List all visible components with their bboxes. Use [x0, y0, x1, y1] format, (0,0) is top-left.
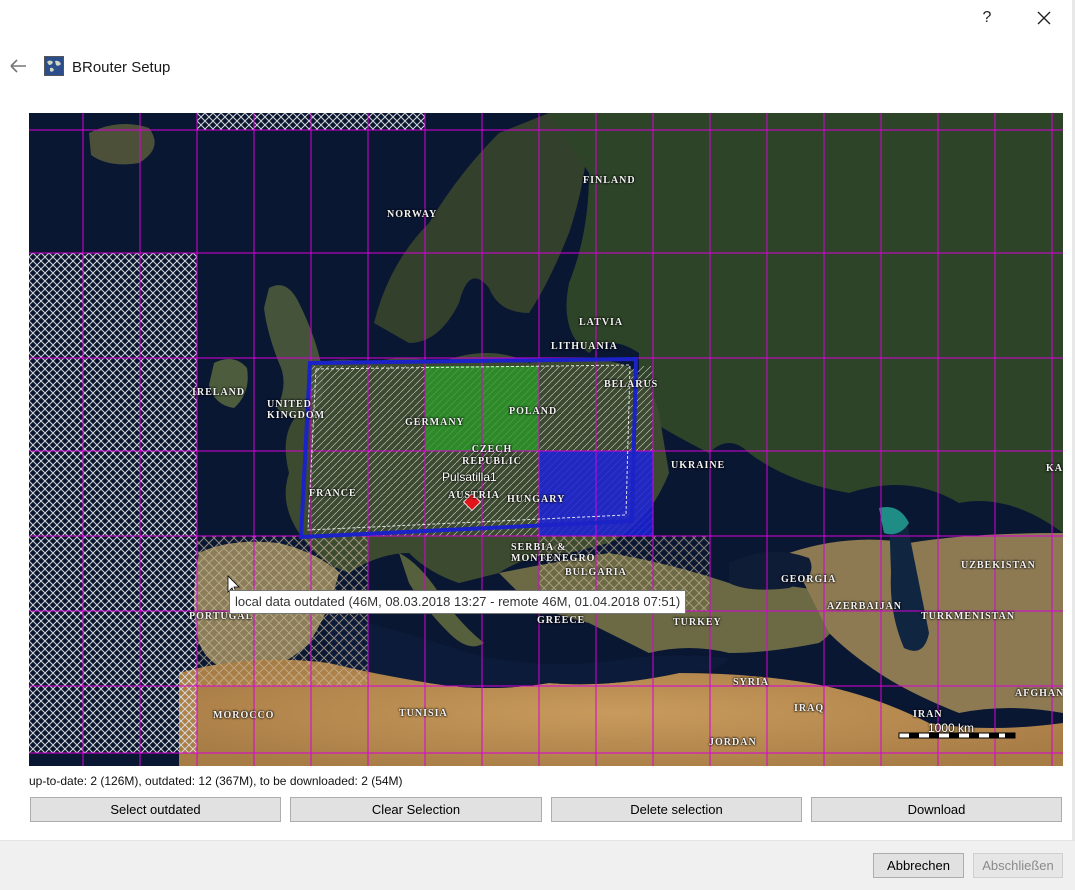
- window-header: BRouter Setup: [0, 50, 300, 84]
- country-label: LITHUANIA: [551, 341, 618, 352]
- tile-tooltip: local data outdated (46M, 08.03.2018 13:…: [229, 590, 687, 614]
- country-label: FRANCE: [309, 488, 357, 499]
- country-label: HUNGARY: [507, 494, 566, 505]
- country-label: IRAQ: [794, 703, 825, 714]
- country-label: POLAND: [509, 406, 558, 417]
- close-icon: [1037, 11, 1051, 25]
- country-label: AUSTRIA: [448, 490, 501, 501]
- country-label: BELARUS: [604, 379, 659, 390]
- select-outdated-button[interactable]: Select outdated: [30, 797, 281, 822]
- scale-label: 1000 km: [928, 721, 975, 735]
- country-label: NORWAY: [387, 209, 438, 220]
- country-label: FINLAND: [583, 175, 636, 186]
- back-button[interactable]: [8, 56, 28, 76]
- country-label: TUNISIA: [399, 708, 448, 719]
- window-title: BRouter Setup: [72, 59, 171, 76]
- country-label: LATVIA: [579, 317, 624, 328]
- country-label: UNITED KINGDOM: [267, 399, 326, 421]
- country-label: GERMANY: [405, 417, 465, 428]
- finish-button: Abschließen: [973, 853, 1063, 878]
- country-label: JORDAN: [709, 737, 757, 748]
- country-label: CZECH REPUBLIC: [462, 444, 522, 467]
- country-label: GEORGIA: [781, 574, 837, 585]
- arrow-left-icon: [10, 59, 26, 73]
- country-label: IRAN: [913, 709, 943, 720]
- country-label: SERBIA & MONTENEGRO: [511, 542, 596, 564]
- country-label: TURKMENISTAN: [921, 611, 1016, 622]
- clear-selection-button[interactable]: Clear Selection: [290, 797, 542, 822]
- marker-label: Pulsatilla1: [442, 470, 497, 484]
- country-label: AZERBAIJAN: [827, 601, 903, 612]
- country-label: GREECE: [537, 615, 586, 626]
- close-button[interactable]: [1029, 6, 1059, 30]
- cancel-button[interactable]: Abbrechen: [873, 853, 964, 878]
- country-label: TURKEY: [673, 617, 722, 628]
- download-button[interactable]: Download: [811, 797, 1062, 822]
- country-label: AFGHAN: [1015, 688, 1063, 699]
- dialog-footer: Abbrechen Abschließen: [0, 840, 1075, 890]
- country-label: IRELAND: [192, 387, 246, 398]
- country-label: BULGARIA: [565, 567, 627, 578]
- country-label: UKRAINE: [671, 460, 726, 471]
- country-label: MOROCCO: [213, 710, 275, 721]
- help-button[interactable]: ?: [972, 6, 1002, 30]
- status-text: up-to-date: 2 (126M), outdated: 12 (367M…: [29, 774, 403, 788]
- country-label: UZBEKISTAN: [961, 560, 1036, 571]
- country-label: KA: [1046, 463, 1063, 474]
- tile-map[interactable]: NORWAY FINLAND LATVIA LITHUANIA IRELAND …: [29, 113, 1063, 766]
- country-label: SYRIA: [733, 677, 770, 688]
- world-map-icon: [44, 56, 64, 76]
- delete-selection-button[interactable]: Delete selection: [551, 797, 802, 822]
